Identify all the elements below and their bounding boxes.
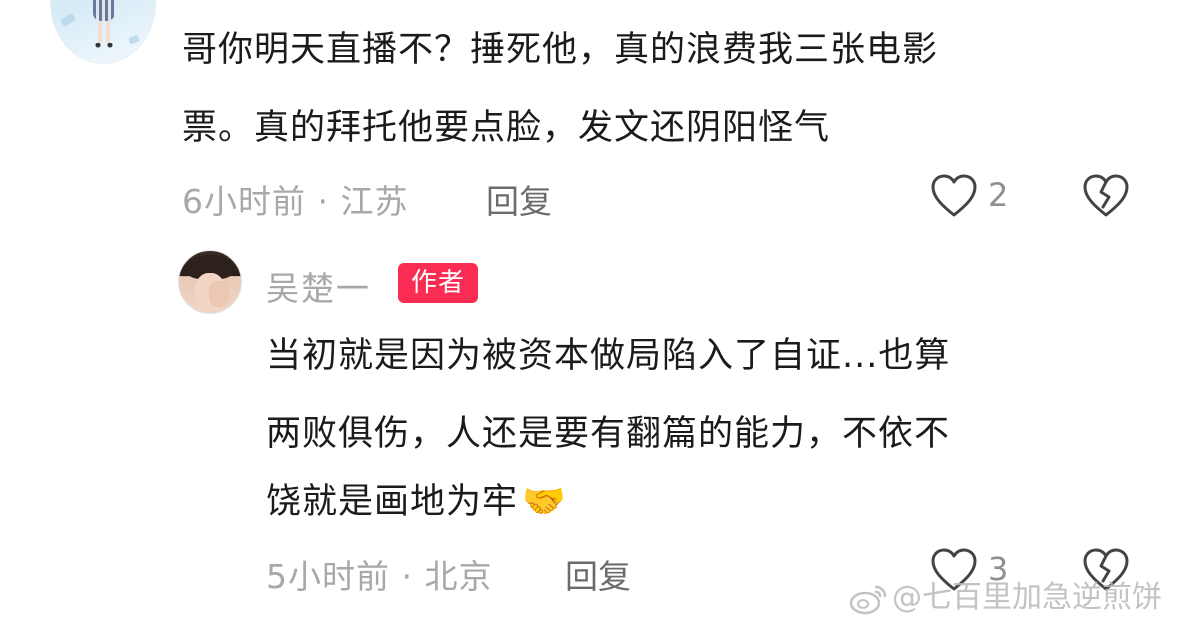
like-button[interactable] (930, 173, 978, 219)
weibo-logo-icon (849, 585, 887, 614)
author-name[interactable]: 吴楚一 (266, 262, 371, 310)
heart-outline-icon (931, 174, 977, 217)
watermark: @七百里加急逆煎饼 (848, 572, 1162, 616)
reply-text-line: 当初就是因为被资本做局陷入了自证...也算 (266, 336, 951, 376)
commenter-name-cutoff (172, 0, 372, 4)
commenter-avatar[interactable] (50, 0, 156, 64)
comment-text-line: 哥你明天直播不？捶死他，真的浪费我三张电影 (182, 30, 939, 70)
reply-button[interactable]: 回复 (565, 550, 631, 598)
handshake-emoji-icon: 🤝 (522, 482, 567, 522)
author-avatar[interactable] (178, 250, 242, 314)
comment-meta: 6小时前 · 江苏 (182, 182, 409, 221)
avatar-decoration (59, 13, 77, 27)
avatar-figure (95, 43, 113, 48)
avatar-decoration (128, 34, 140, 45)
broken-heart-icon (1083, 174, 1129, 217)
avatar-figure (98, 21, 110, 43)
comment-text-line: 票。真的拜托他要点脸，发文还阴阳怪气 (182, 108, 831, 148)
reply-meta: 5小时前 · 北京 (266, 557, 493, 596)
avatar-figure (93, 0, 115, 21)
reply-button[interactable]: 回复 (486, 175, 552, 223)
reply-text-line: 饶就是画地为牢 🤝 (266, 470, 567, 535)
like-count: 2 (988, 176, 1009, 214)
author-badge: 作者 (398, 263, 478, 303)
reply-text-line-3: 饶就是画地为牢 (266, 482, 519, 522)
watermark-text: @七百里加急逆煎饼 (892, 580, 1162, 615)
reply-text-line: 两败俱伤，人还是要有翻篇的能力，不依不 (266, 414, 951, 454)
dislike-button[interactable] (1082, 173, 1130, 219)
